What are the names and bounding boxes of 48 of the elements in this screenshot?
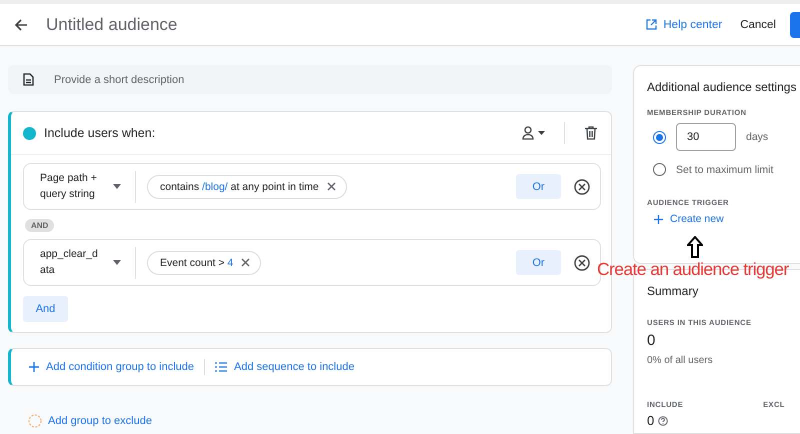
description-input[interactable]: Provide a short description: [52, 72, 612, 86]
trash-icon[interactable]: [585, 126, 597, 140]
add-link[interactable]: Add sequence to include: [215, 361, 354, 373]
or-button[interactable]: Or: [516, 250, 561, 275]
close-icon[interactable]: [326, 182, 336, 191]
remove-circle-icon[interactable]: [574, 178, 590, 194]
annotation-text: Create an audience trigger: [597, 259, 789, 280]
cancel-button[interactable]: Cancel: [740, 18, 776, 30]
close-icon[interactable]: [241, 258, 250, 267]
and-button[interactable]: And: [23, 296, 68, 322]
back-arrow-icon[interactable]: [14, 18, 28, 30]
and-connector: AND: [25, 219, 54, 232]
days-label: days: [746, 131, 768, 143]
users-count: 0: [647, 332, 656, 349]
include-count: 0: [647, 413, 654, 428]
condition-text: contains /blog/ at any point in time: [160, 180, 319, 192]
help-center-link[interactable]: Help center: [646, 18, 722, 30]
up-arrow-icon: [687, 236, 703, 258]
caret-icon: [113, 184, 121, 189]
remove-circle-icon[interactable]: [574, 254, 590, 270]
page-title: Untitled audience: [46, 14, 178, 34]
caret-icon: [113, 260, 121, 265]
group-title: Include users when:: [44, 126, 156, 140]
group-dot-icon: [23, 126, 36, 140]
radio-button[interactable]: [653, 130, 666, 144]
add-link[interactable]: Add condition group to include: [29, 361, 194, 373]
duration-field[interactable]: 30: [676, 123, 736, 151]
plus-icon: [654, 214, 663, 224]
create-new-link[interactable]: Create new: [654, 213, 724, 225]
list-icon: [215, 362, 227, 372]
add-exclude-link[interactable]: Add group to exclude: [28, 414, 612, 428]
settings-title: Additional audience settings: [647, 80, 798, 94]
plus-icon: [29, 362, 39, 372]
condition-text: Event count > 4: [160, 256, 234, 268]
radio-button[interactable]: [653, 163, 666, 176]
or-button[interactable]: Or: [516, 174, 561, 199]
person-dropdown[interactable]: [522, 126, 546, 140]
users-share: 0% of all users: [647, 355, 714, 366]
dashed-circle-icon: [28, 414, 42, 428]
help-icon[interactable]: [658, 416, 668, 426]
description-field[interactable]: Provide a short description: [8, 65, 612, 94]
dimension-dropdown[interactable]: Page path + query string: [24, 170, 136, 202]
max-limit-label: Set to maximum limit: [676, 164, 774, 176]
dimension-dropdown[interactable]: app_clear_d ata: [24, 246, 136, 278]
summary-title: Summary: [647, 284, 700, 298]
document-icon: [23, 73, 34, 86]
primary-button[interactable]: [790, 12, 800, 38]
external-link-icon: [646, 19, 658, 30]
